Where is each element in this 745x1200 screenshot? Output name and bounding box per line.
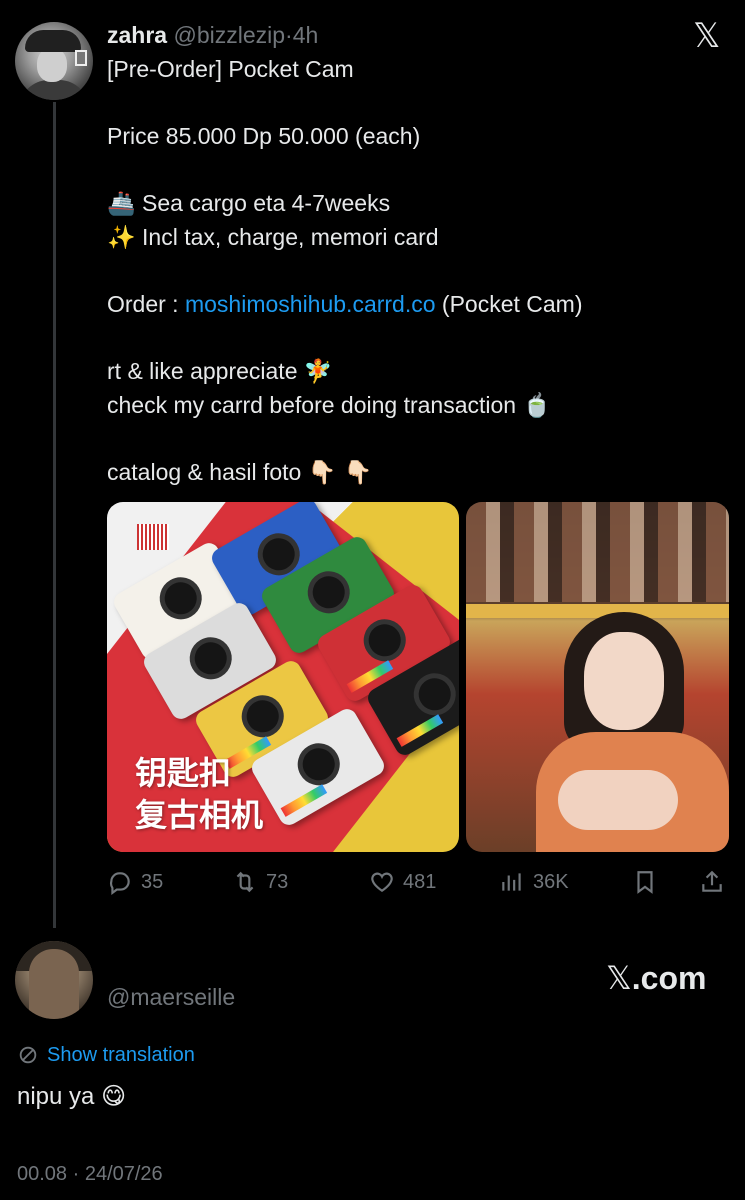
cargo-text: Sea cargo eta 4-7weeks (142, 190, 391, 216)
xcom-text: .com (631, 960, 707, 996)
ship-icon: 🚢 (107, 191, 136, 217)
reply-count: 35 (141, 870, 164, 893)
image-caption-line2: 复古相机 (135, 796, 264, 834)
reply-icon (109, 872, 130, 895)
tweet-action-bar: 35 73 481 36K (107, 866, 727, 898)
image-barcode (137, 524, 169, 550)
fairy-icon: 🧚 (303, 359, 333, 385)
views-button[interactable]: 36K (499, 866, 569, 898)
tweet-cargo-line: 🚢 Sea cargo eta 4-7weeks (107, 186, 390, 221)
retweet-button[interactable]: 73 (232, 866, 288, 898)
avatar-shoulder-shape (19, 80, 89, 100)
pointing-down-icon: 👇🏻 👇🏻 (307, 460, 373, 486)
retweet-count: 73 (266, 870, 289, 893)
author-handle[interactable]: @bizzlezip (173, 22, 285, 48)
share-icon (702, 870, 722, 892)
tweet-rt-line: rt & like appreciate 🧚 (107, 354, 333, 389)
xcom-logo-icon: 𝕏 (606, 959, 632, 997)
sparkles-icon: ✨ (107, 225, 136, 251)
order-suffix: (Pocket Cam) (435, 291, 583, 317)
retweet-icon (236, 871, 254, 893)
media-image-photo-sample[interactable] (466, 502, 729, 852)
tweet-incl-line: ✨ Incl tax, charge, memori card (107, 220, 439, 255)
x-logo-icon: 𝕏 (693, 16, 721, 56)
incl-text: Incl tax, charge, memori card (142, 224, 439, 250)
avatar-face-shape (37, 48, 67, 82)
catalog-text: catalog & hasil foto (107, 459, 308, 485)
header-separator: · (285, 22, 293, 48)
avatar-hat-shape (25, 30, 81, 52)
reply-author-handle[interactable]: @maerseille (107, 982, 235, 1012)
show-translation-link[interactable]: Show translation (17, 1042, 195, 1068)
author-display-name[interactable]: zahra (107, 22, 167, 48)
image-person-face (584, 632, 664, 730)
thread-connector-line (53, 102, 56, 928)
like-count: 481 (403, 870, 437, 893)
like-button[interactable]: 481 (369, 866, 436, 898)
reply-timestamp: 00.08 · 24/07/26 (17, 1163, 163, 1185)
author-avatar[interactable] (15, 22, 93, 100)
image-person-hands (558, 770, 678, 830)
reply-author-avatar[interactable] (15, 941, 93, 1019)
avatar-frame-shape (75, 50, 87, 66)
like-icon (371, 872, 393, 892)
rt-text: rt & like appreciate (107, 358, 304, 384)
views-count: 36K (533, 870, 569, 893)
reply-text: nipu ya (17, 1083, 102, 1110)
xcom-watermark: 𝕏.com (606, 958, 706, 998)
tweet-header: zahra @bizzlezip·4h (107, 20, 318, 50)
tea-icon: 🍵 (522, 393, 552, 419)
show-translation-label[interactable]: Show translation (47, 1042, 195, 1068)
tweet-check-line: check my carrd before doing transaction … (107, 388, 551, 423)
reply-button[interactable]: 35 (107, 866, 163, 898)
reply-avatar-hair-shape (29, 949, 79, 1019)
media-image-cameras[interactable]: 钥匙扣 复古相机 (107, 502, 459, 852)
tweet-catalog-line: catalog & hasil foto 👇🏻 👇🏻 (107, 455, 372, 490)
translate-icon (19, 1046, 37, 1064)
tweet-title-line: [Pre-Order] Pocket Cam (107, 56, 354, 82)
tweet-time[interactable]: 4h (293, 22, 319, 48)
bookmark-button[interactable] (632, 866, 658, 898)
share-button[interactable] (699, 866, 725, 898)
check-text: check my carrd before doing transaction (107, 392, 523, 418)
reply-body-text: nipu ya 😋 (17, 1078, 126, 1115)
tweet-order-line: Order : moshimoshihub.carrd.co (Pocket C… (107, 287, 583, 321)
image-caption-line1: 钥匙扣 (135, 754, 232, 792)
image-shelf-edge (466, 604, 729, 618)
tweet-price-line: Price 85.000 Dp 50.000 (each) (107, 123, 421, 149)
image-dolls-shelf (466, 502, 729, 602)
image-caption: 钥匙扣 复古相机 (135, 752, 263, 836)
views-icon (502, 873, 521, 891)
order-link[interactable]: moshimoshihub.carrd.co (185, 291, 436, 317)
yum-face-icon: 😋 (101, 1082, 127, 1110)
bookmark-icon (637, 871, 653, 894)
order-prefix: Order : (107, 291, 185, 317)
